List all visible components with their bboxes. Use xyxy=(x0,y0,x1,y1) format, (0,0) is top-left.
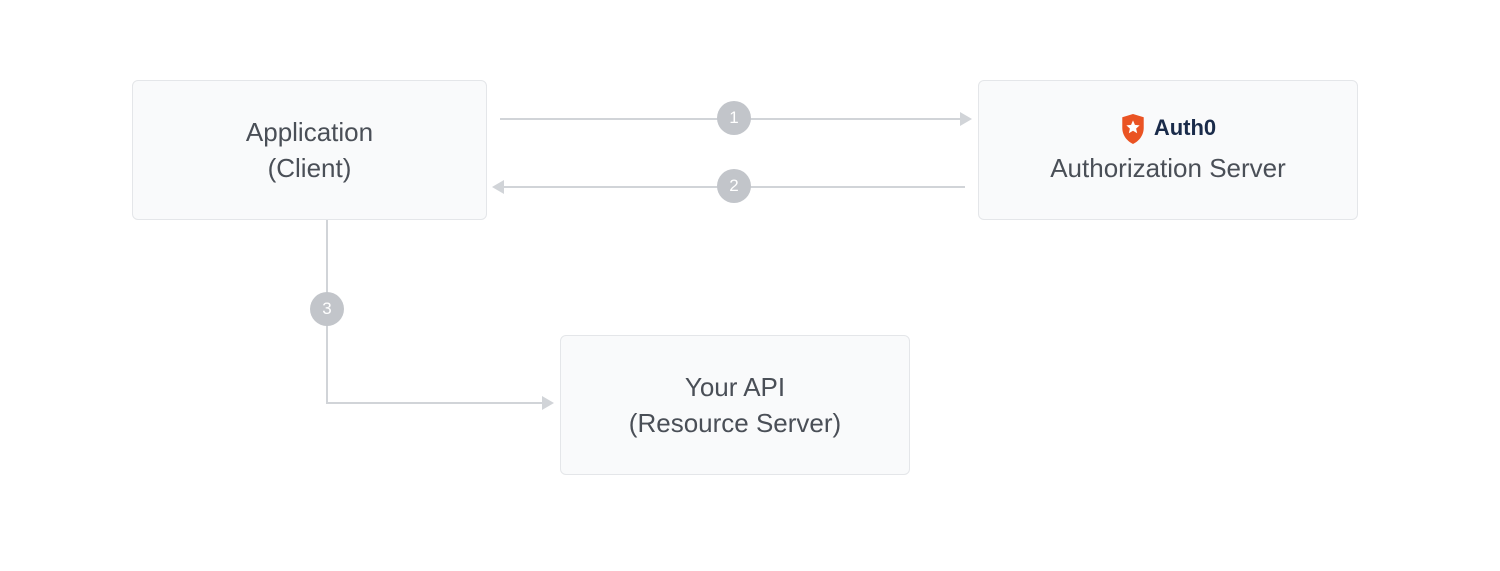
step-badge-2: 2 xyxy=(717,169,751,203)
authserver-box: Auth0 Authorization Server xyxy=(978,80,1358,220)
client-title: Application xyxy=(246,114,373,150)
api-title: Your API xyxy=(685,369,785,405)
api-box: Your API (Resource Server) xyxy=(560,335,910,475)
step-badge-1: 1 xyxy=(717,101,751,135)
authserver-title: Authorization Server xyxy=(1050,150,1286,186)
auth0-logo-label: Auth0 xyxy=(1154,113,1216,144)
step-badge-3: 3 xyxy=(310,292,344,326)
client-subtitle: (Client) xyxy=(268,150,352,186)
auth0-shield-icon xyxy=(1120,114,1146,144)
auth0-logo-row: Auth0 xyxy=(1120,113,1216,144)
client-box: Application (Client) xyxy=(132,80,487,220)
api-subtitle: (Resource Server) xyxy=(629,405,841,441)
